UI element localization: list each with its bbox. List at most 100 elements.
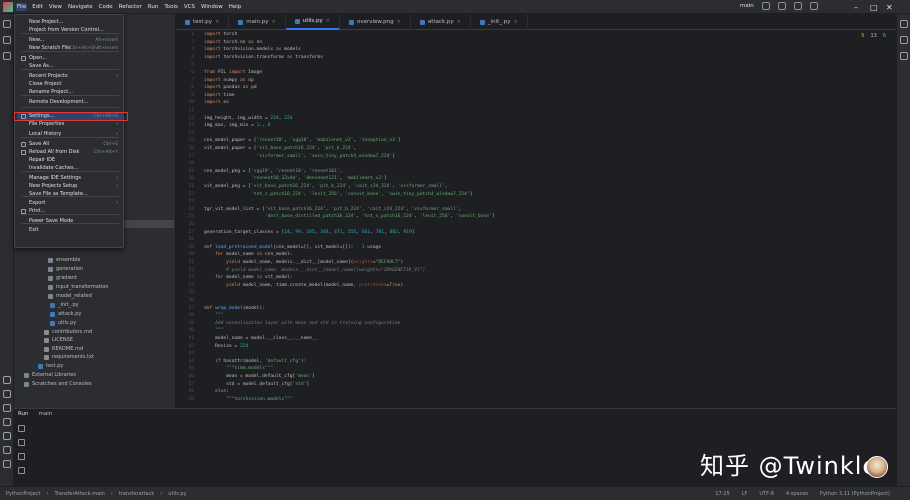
menu-vcs[interactable]: VCS — [183, 3, 196, 11]
menu-refactor[interactable]: Refactor — [118, 3, 143, 11]
search-everywhere-icon[interactable] — [793, 2, 802, 10]
indent-setting[interactable]: 4 spaces — [786, 491, 808, 497]
menu-item-print[interactable]: Print... — [17, 207, 123, 215]
menu-help[interactable]: Help — [228, 3, 243, 11]
problems-icon[interactable] — [3, 432, 11, 440]
python-console-icon[interactable] — [3, 390, 11, 398]
menu-item-reload-all-from-disk[interactable]: Reload All from Disk Ctrl+Alt+Y — [17, 148, 123, 156]
close-icon[interactable]: ✕ — [886, 3, 893, 12]
python-interpreter[interactable]: Python 3.11 (PythonProject) — [820, 491, 890, 497]
tree-item[interactable]: generation — [48, 265, 83, 273]
menu-item-project-from-version-control[interactable]: Project from Version Control... — [17, 26, 123, 34]
menu-navigate[interactable]: Navigate — [67, 3, 94, 11]
menu-item-save-as[interactable]: Save As... — [17, 62, 123, 70]
menu-item-open[interactable]: Open... — [17, 54, 123, 62]
tree-item[interactable]: Scratches and Consoles — [24, 380, 92, 388]
menu-item-power-save-mode[interactable]: Power Save Mode — [17, 217, 123, 225]
stop-icon[interactable] — [18, 439, 25, 446]
more-tools-icon[interactable] — [3, 52, 11, 60]
tree-item[interactable]: requirements.txt — [44, 353, 94, 361]
branch-widget[interactable]: main — [740, 3, 754, 9]
settings-gear-icon[interactable] — [809, 2, 818, 10]
tree-item[interactable]: attack.py — [50, 310, 81, 318]
menu-item-remote-development[interactable]: Remote Development... — [17, 98, 123, 106]
menu-item-new-scratch-file[interactable]: New Scratch File Ctrl+Alt+Shift+Insert — [17, 44, 123, 52]
menu-item-save-file-as-template[interactable]: Save File as Template... — [17, 190, 123, 198]
tree-item[interactable]: input_transformation — [48, 283, 109, 291]
tab-test-py[interactable]: test.py × — [176, 14, 230, 30]
project-tool-icon[interactable] — [3, 20, 11, 28]
tab-utils-py[interactable]: utils.py × — [285, 14, 340, 30]
run-tool-icon[interactable] — [3, 404, 11, 412]
line-separator[interactable]: LF — [742, 491, 748, 497]
tab-attack-py[interactable]: attack.py × — [411, 14, 471, 30]
menu-code[interactable]: Code — [98, 3, 114, 11]
tree-item[interactable]: External Libraries — [24, 371, 76, 379]
tree-item[interactable]: _init_.py — [50, 301, 79, 309]
vcs-tool-icon[interactable] — [3, 446, 11, 454]
tree-item[interactable]: ensemble — [48, 256, 80, 264]
menu-file[interactable]: File — [16, 2, 28, 11]
menu-item-invalidate-caches[interactable]: Invalidate Caches... — [17, 164, 123, 172]
tree-item[interactable]: utils.py — [50, 319, 76, 327]
run-config-tab[interactable]: main — [39, 411, 53, 417]
menu-item-manage-ide-settings[interactable]: Manage IDE Settings › — [17, 174, 123, 182]
rerun-icon[interactable] — [18, 425, 25, 432]
menu-item-file-properties[interactable]: File Properties › — [17, 120, 123, 128]
menu-item-repair-ide[interactable]: Repair IDE — [17, 156, 123, 164]
menu-window[interactable]: Window — [200, 3, 224, 11]
menu-item-local-history[interactable]: Local History › — [17, 130, 123, 138]
tree-item[interactable]: model_related — [48, 292, 92, 300]
maximize-icon[interactable]: □ — [870, 3, 878, 12]
tab-close-icon[interactable]: × — [457, 19, 461, 25]
menu-item-exit[interactable]: Exit — [17, 226, 123, 234]
tab-close-icon[interactable]: × — [326, 18, 330, 24]
file-encoding[interactable]: UTF-8 — [759, 491, 774, 497]
menu-run[interactable]: Run — [147, 3, 160, 11]
tab-close-icon[interactable]: × — [397, 19, 401, 25]
scroll-to-end-icon[interactable] — [18, 453, 25, 460]
caret-position[interactable]: 17:25 — [715, 491, 729, 497]
menu-item-new[interactable]: New... Alt+Insert — [17, 36, 123, 44]
breadcrumb-item[interactable]: utils.py — [168, 491, 186, 497]
tab-close-icon[interactable]: × — [514, 19, 518, 25]
menu-item-save-all[interactable]: Save All Ctrl+S — [17, 140, 123, 148]
menu-tools[interactable]: Tools — [163, 3, 179, 11]
structure-tool-icon[interactable] — [3, 36, 11, 44]
notifications-icon[interactable] — [900, 20, 908, 28]
tree-item[interactable]: contributors.md — [44, 328, 92, 336]
breadcrumb-item[interactable]: TransferAttack-main — [54, 491, 104, 497]
ide-logo-icon[interactable] — [3, 1, 13, 12]
tab-close-icon[interactable]: × — [272, 19, 276, 25]
services-icon[interactable] — [3, 460, 11, 468]
code-editor[interactable]: 5 13 6 import torch import torch.nn as nn… — [198, 31, 896, 408]
tab-close-icon[interactable]: × — [215, 19, 219, 25]
menu-item-close-project[interactable]: Close Project — [17, 80, 123, 88]
database-icon[interactable] — [900, 36, 908, 44]
python-packages-icon[interactable] — [3, 376, 11, 384]
tab--init-py[interactable]: _init_.py × — [471, 14, 528, 30]
breadcrumb-item[interactable]: PythonProject — [6, 491, 40, 497]
breadcrumb-item[interactable]: transferattack — [119, 491, 154, 497]
menu-item-new-projects-setup[interactable]: New Projects Setup › — [17, 182, 123, 190]
print-icon[interactable] — [18, 467, 25, 474]
terminal-icon[interactable] — [3, 418, 11, 426]
sciview-icon[interactable] — [900, 52, 908, 60]
tab-overview-png[interactable]: overview.png × — [340, 14, 411, 30]
menu-item-export[interactable]: Export › — [17, 199, 123, 207]
tree-item[interactable]: LICENSE — [44, 336, 73, 344]
menu-item-rename-project[interactable]: Rename Project... — [17, 88, 123, 96]
run-tab[interactable]: Run — [18, 411, 29, 417]
inspection-widget[interactable]: 5 13 6 — [861, 33, 886, 39]
menu-item-recent-projects[interactable]: Recent Projects › — [17, 72, 123, 80]
menu-edit[interactable]: Edit — [31, 3, 44, 11]
tree-item[interactable]: README.md — [44, 345, 83, 353]
menu-item-new-project[interactable]: New Project... — [17, 18, 123, 26]
run-config-icon[interactable] — [761, 2, 770, 10]
debug-icon[interactable] — [777, 2, 786, 10]
tree-item[interactable]: test.py — [38, 362, 63, 370]
tab-main-py[interactable]: main.py × — [229, 14, 286, 30]
minimize-icon[interactable]: – — [854, 3, 858, 12]
menu-view[interactable]: View — [48, 3, 63, 11]
tree-item[interactable]: gradient — [48, 274, 77, 282]
